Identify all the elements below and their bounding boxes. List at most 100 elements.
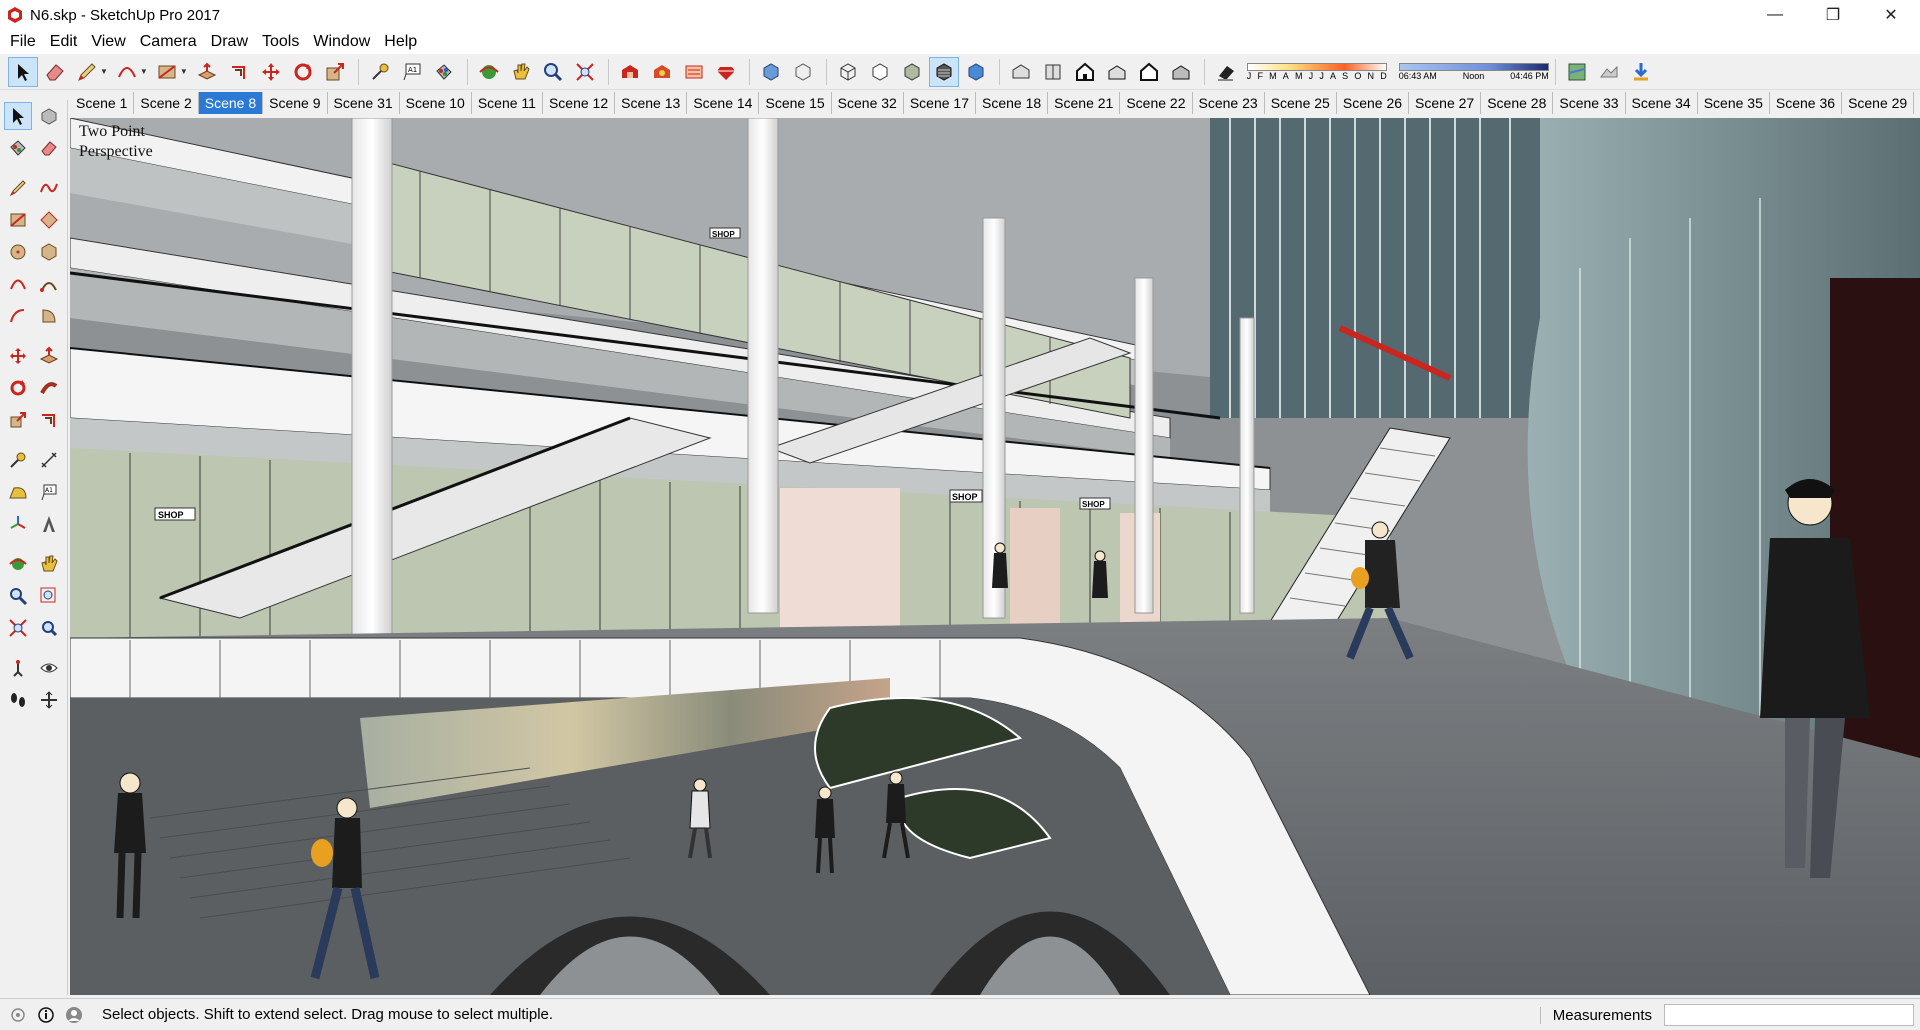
zoom-window-button[interactable]: [36, 582, 64, 610]
scene-tab[interactable]: Scene 2: [134, 92, 199, 114]
menu-file[interactable]: File: [3, 30, 43, 54]
menu-help[interactable]: Help: [377, 30, 424, 54]
drawing-viewport[interactable]: SHOP SHOP SHOP SHOP SHOP: [70, 118, 1920, 995]
scene-tab[interactable]: Scene 15: [759, 92, 832, 114]
select-tool-button[interactable]: [8, 56, 38, 87]
minimize-button[interactable]: —: [1746, 0, 1804, 30]
shape-tool-dropdown-icon[interactable]: ▼: [180, 67, 188, 76]
scene-tab[interactable]: Scene 13: [615, 92, 688, 114]
scene-tab[interactable]: Scene 26: [1337, 92, 1410, 114]
scene-tab[interactable]: Scene 31: [328, 92, 400, 114]
wireframe-style-button[interactable]: [833, 57, 863, 87]
3d-text-button[interactable]: [36, 510, 64, 538]
eraser-tool-button[interactable]: [36, 134, 64, 162]
location-button[interactable]: [1562, 57, 1592, 87]
back-edges-button[interactable]: [788, 57, 818, 87]
offset-tool-button[interactable]: [36, 406, 64, 434]
scene-tab[interactable]: Scene 17: [904, 92, 976, 114]
move-tool-button[interactable]: [4, 342, 32, 370]
extension-manager-button[interactable]: [711, 57, 741, 87]
two-point-arc-button[interactable]: [36, 270, 64, 298]
axes-tool-button[interactable]: [4, 510, 32, 538]
scene-tab[interactable]: Scene 12: [543, 92, 616, 114]
right-view-button[interactable]: [1102, 57, 1132, 87]
scene-tab[interactable]: Scene 23: [1193, 92, 1265, 114]
shaded-textures-style-button[interactable]: [928, 56, 959, 87]
scene-tab[interactable]: Scene 8: [198, 92, 264, 114]
line-tool-dropdown-icon[interactable]: ▼: [100, 67, 108, 76]
orbit-button[interactable]: [4, 550, 32, 578]
iso-view-button[interactable]: [1006, 57, 1036, 87]
shadow-date-slider[interactable]: J F M A M J J A S O N D: [1246, 62, 1387, 81]
scene-tab[interactable]: Scene 33: [1553, 92, 1626, 114]
shadow-time-slider[interactable]: 06:43 AM Noon 04:46 PM: [1398, 62, 1549, 81]
scene-tab[interactable]: Scene 22: [1120, 92, 1193, 114]
scene-tab[interactable]: Scene 1: [70, 92, 135, 114]
scale-tool-button[interactable]: [320, 57, 350, 87]
pushpull-tool-button[interactable]: [36, 342, 64, 370]
scene-tab[interactable]: Scene 36: [1770, 92, 1843, 114]
scene-tab[interactable]: Scene 11: [472, 92, 543, 114]
walk-button[interactable]: [4, 686, 32, 714]
rectangle-tool-button[interactable]: [152, 57, 182, 87]
rotate-tool-button[interactable]: [288, 57, 318, 87]
front-view-button[interactable]: [1070, 57, 1100, 87]
offset-tool-button[interactable]: [224, 57, 254, 87]
share-model-button[interactable]: [647, 57, 677, 87]
section-plane-button[interactable]: [36, 686, 64, 714]
scene-tab[interactable]: Scene 28: [1481, 92, 1554, 114]
scene-tab[interactable]: Scene 25: [1265, 92, 1337, 114]
pushpull-tool-button[interactable]: [192, 57, 222, 87]
zoom-extents-button[interactable]: [570, 57, 600, 87]
scene-tab[interactable]: Scene 29: [1842, 92, 1915, 114]
menu-edit[interactable]: Edit: [43, 30, 85, 54]
scene-tab[interactable]: Scene 32: [832, 92, 904, 114]
rotated-rectangle-button[interactable]: [36, 206, 64, 234]
menu-window[interactable]: Window: [306, 30, 377, 54]
warehouse-button[interactable]: [615, 57, 645, 87]
scene-tab[interactable]: Scene 21: [1048, 92, 1121, 114]
follow-me-button[interactable]: [36, 374, 64, 402]
add-terrain-button[interactable]: [1594, 57, 1624, 87]
top-view-button[interactable]: [1038, 57, 1068, 87]
look-around-button[interactable]: [36, 654, 64, 682]
hidden-line-style-button[interactable]: [865, 57, 895, 87]
left-view-button[interactable]: [1166, 57, 1196, 87]
position-camera-button[interactable]: [4, 654, 32, 682]
photo-textures-button[interactable]: [1626, 57, 1656, 87]
arc-tool-button[interactable]: [4, 270, 32, 298]
menu-view[interactable]: View: [84, 30, 132, 54]
shadows-toggle-button[interactable]: [1211, 57, 1241, 87]
eraser-tool-button[interactable]: [40, 57, 70, 87]
zoom-button[interactable]: [538, 57, 568, 87]
three-point-arc-button[interactable]: [4, 302, 32, 330]
line-tool-button[interactable]: [72, 57, 102, 87]
paint-bucket-button[interactable]: [4, 134, 32, 162]
orbit-button[interactable]: [474, 57, 504, 87]
freehand-tool-button[interactable]: [36, 174, 64, 202]
circle-tool-button[interactable]: [4, 238, 32, 266]
zoom-button[interactable]: [4, 582, 32, 610]
pan-button[interactable]: [36, 550, 64, 578]
rectangle-tool-button[interactable]: [4, 206, 32, 234]
close-button[interactable]: ✕: [1862, 0, 1920, 30]
text-tool-button[interactable]: A1: [397, 57, 427, 87]
scene-tab[interactable]: Scene 10: [400, 92, 472, 114]
protractor-button[interactable]: [4, 478, 32, 506]
make-component-button[interactable]: [36, 102, 63, 130]
menu-draw[interactable]: Draw: [204, 30, 255, 54]
menu-camera[interactable]: Camera: [133, 30, 204, 54]
scene-tab[interactable]: Scene 35: [1698, 92, 1770, 114]
monochrome-style-button[interactable]: [961, 57, 991, 87]
measurements-input[interactable]: [1664, 1004, 1914, 1026]
shadow-month-bar[interactable]: [1246, 62, 1387, 71]
scene-tab[interactable]: Scene 14: [687, 92, 760, 114]
pan-button[interactable]: [506, 57, 536, 87]
credits-status[interactable]: [36, 1005, 56, 1025]
maximize-button[interactable]: ❐: [1804, 0, 1862, 30]
arc-tool-button[interactable]: [112, 57, 142, 87]
shaded-style-button[interactable]: [897, 57, 927, 87]
pie-tool-button[interactable]: [36, 302, 64, 330]
previous-view-button[interactable]: [36, 614, 64, 642]
tape-measure-button[interactable]: [4, 446, 32, 474]
